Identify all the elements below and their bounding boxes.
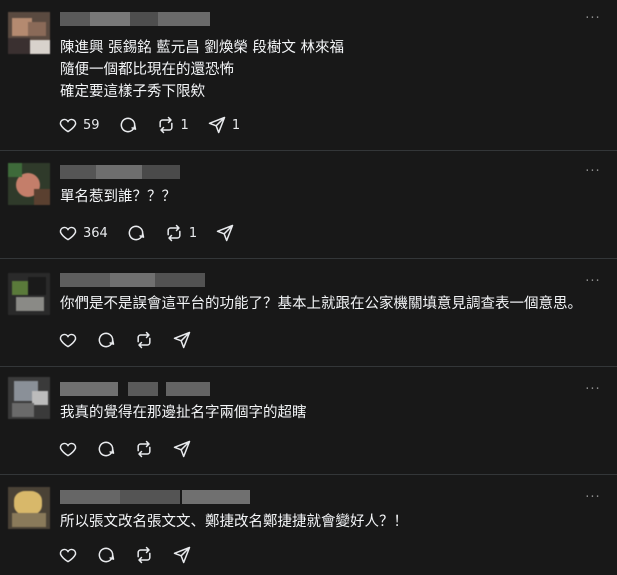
reply-text: 你們是不是誤會這平台的功能了？基本上就跟在公家機關填意見調查表一個意思。	[60, 296, 582, 312]
action-bar: 59 1 1	[58, 114, 258, 136]
comment-icon	[98, 332, 115, 348]
comment-icon	[98, 441, 115, 457]
repost-button[interactable]: 1	[156, 114, 189, 136]
more-options-icon[interactable]: ···	[583, 383, 603, 396]
username-blurred[interactable]	[60, 12, 210, 26]
heart-icon	[59, 333, 77, 348]
heart-icon	[59, 226, 77, 241]
like-button[interactable]	[58, 544, 78, 566]
comment-icon	[98, 547, 115, 563]
more-options-icon[interactable]: ···	[583, 491, 603, 504]
reply-text: 所以張文改名張文文、鄭捷改名鄭捷捷就會變好人？！	[60, 514, 408, 530]
share-icon	[208, 116, 226, 134]
repost-icon	[137, 440, 151, 458]
repost-icon	[137, 546, 151, 564]
username-blurred[interactable]	[60, 165, 180, 179]
reply-button[interactable]	[118, 114, 138, 136]
username-blurred[interactable]	[60, 382, 210, 396]
reply-post: ··· 我真的覺得在那邊扯名字兩個字的超瞎	[0, 367, 617, 474]
reply-post: ··· 所以張文改名張文文、鄭捷改名鄭捷捷就會變好人？！	[0, 475, 617, 575]
heart-icon	[59, 442, 77, 457]
share-button[interactable]: 1	[207, 114, 240, 136]
reply-button[interactable]	[126, 222, 146, 244]
share-count: 1	[231, 117, 241, 133]
repost-icon	[137, 331, 151, 349]
repost-icon	[158, 116, 173, 134]
avatar[interactable]	[8, 163, 50, 205]
reply-button[interactable]	[96, 544, 116, 566]
share-icon	[173, 546, 191, 564]
like-button[interactable]	[58, 438, 78, 460]
like-button[interactable]: 59	[58, 114, 100, 136]
avatar[interactable]	[8, 12, 50, 54]
comment-icon	[128, 225, 145, 241]
repost-button[interactable]	[134, 438, 154, 460]
action-bar	[58, 438, 210, 460]
repost-icon	[167, 224, 181, 242]
like-count: 364	[83, 225, 108, 241]
share-button[interactable]	[172, 544, 192, 566]
like-count: 59	[83, 117, 100, 133]
like-button[interactable]	[58, 329, 78, 351]
avatar[interactable]	[8, 273, 50, 315]
heart-icon	[59, 548, 77, 563]
comment-icon	[120, 117, 136, 133]
like-button[interactable]: 364	[58, 222, 108, 244]
more-options-icon[interactable]: ···	[583, 165, 603, 178]
reply-text: 單名惹到誰？？？	[60, 189, 176, 205]
repost-count: 1	[180, 117, 189, 133]
avatar[interactable]	[8, 487, 50, 529]
avatar[interactable]	[8, 377, 50, 419]
repost-button[interactable]	[134, 329, 154, 351]
share-icon	[173, 440, 191, 458]
more-options-icon[interactable]: ···	[583, 275, 603, 288]
share-button[interactable]	[172, 329, 192, 351]
reply-feed: ··· 陳進興 張錫銘 藍元昌 劉煥榮 段樹文 林來福 隨便一個都比現在的還恐怖…	[0, 0, 617, 575]
heart-icon	[59, 118, 77, 133]
action-bar: 364 1	[58, 222, 253, 244]
action-bar	[58, 544, 210, 566]
share-button[interactable]	[172, 438, 192, 460]
share-button[interactable]	[215, 222, 235, 244]
reply-post: ··· 陳進興 張錫銘 藍元昌 劉煥榮 段樹文 林來福 隨便一個都比現在的還恐怖…	[0, 0, 617, 150]
share-icon	[216, 224, 234, 242]
reply-text: 陳進興 張錫銘 藍元昌 劉煥榮 段樹文 林來福 隨便一個都比現在的還恐怖 確定要…	[60, 40, 345, 100]
username-blurred[interactable]	[60, 490, 250, 504]
reply-post: ··· 單名惹到誰？？？ 364 1	[0, 151, 617, 258]
share-icon	[173, 331, 191, 349]
reply-button[interactable]	[96, 329, 116, 351]
more-options-icon[interactable]: ···	[583, 12, 603, 25]
repost-button[interactable]: 1	[164, 222, 197, 244]
reply-post: ··· 你們是不是誤會這平台的功能了？基本上就跟在公家機關填意見調查表一個意思。	[0, 259, 617, 366]
repost-count: 1	[188, 225, 198, 241]
action-bar	[58, 329, 210, 351]
reply-text: 我真的覺得在那邊扯名字兩個字的超瞎	[60, 405, 307, 421]
reply-button[interactable]	[96, 438, 116, 460]
repost-button[interactable]	[134, 544, 154, 566]
username-blurred[interactable]	[60, 273, 205, 287]
